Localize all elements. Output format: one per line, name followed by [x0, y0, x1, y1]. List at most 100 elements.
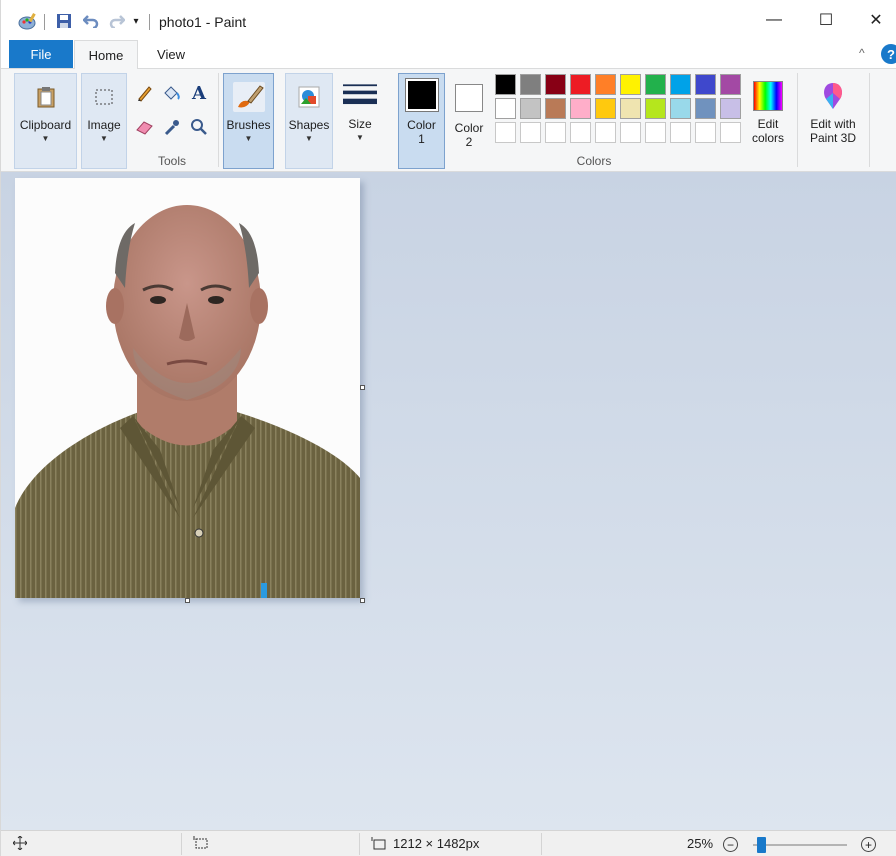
custom-color-slot[interactable] — [670, 122, 691, 143]
clipboard-button[interactable]: Clipboard ▼ — [14, 73, 77, 169]
edit-colors-button[interactable]: Edit colors — [745, 73, 791, 169]
palette-color-swatch[interactable] — [570, 74, 591, 95]
tab-home[interactable]: Home — [74, 40, 138, 69]
brushes-label: Brushes — [226, 118, 271, 132]
color1-label: Color — [407, 118, 436, 132]
palette-color-swatch[interactable] — [720, 74, 741, 95]
custom-color-slot[interactable] — [595, 122, 616, 143]
tab-view[interactable]: View — [141, 40, 201, 68]
paint3d-label-1: Edit with — [810, 117, 856, 131]
portrait-photo — [15, 178, 360, 598]
redo-icon[interactable] — [107, 11, 127, 31]
color2-swatch — [452, 81, 486, 115]
palette-color-swatch[interactable] — [520, 98, 541, 119]
palette-color-swatch[interactable] — [520, 74, 541, 95]
color1-number: 1 — [418, 132, 425, 146]
brushes-button[interactable]: Brushes ▼ — [223, 73, 274, 169]
color2-label: Color — [454, 121, 484, 135]
clipboard-icon — [29, 80, 63, 114]
edit-colors-label-2: colors — [751, 131, 784, 145]
zoom-slider-thumb[interactable] — [757, 837, 766, 853]
undo-icon[interactable] — [81, 11, 101, 31]
palette-color-swatch[interactable] — [670, 98, 691, 119]
text-icon[interactable]: A — [189, 83, 209, 104]
custom-color-slot[interactable] — [645, 122, 666, 143]
tab-file[interactable]: File — [9, 40, 73, 68]
resize-handle-right[interactable] — [360, 385, 365, 390]
brush-icon — [232, 80, 266, 114]
status-bar: 1212 × 1482px 25% − + — [1, 830, 896, 856]
color-spectrum-icon — [751, 79, 785, 113]
magnifier-icon[interactable] — [189, 117, 209, 137]
canvas-image[interactable] — [15, 178, 360, 598]
save-icon[interactable] — [54, 11, 74, 31]
palette-color-swatch[interactable] — [545, 98, 566, 119]
color1-fill — [407, 81, 436, 109]
status-separator — [359, 833, 360, 855]
fill-icon[interactable] — [162, 83, 182, 103]
chevron-down-icon: ▼ — [41, 134, 50, 143]
palette-color-swatch[interactable] — [645, 74, 666, 95]
chevron-down-icon: ▼ — [100, 134, 108, 143]
color1-button[interactable]: Color 1 — [398, 73, 445, 169]
line-size-icon — [343, 79, 377, 113]
group-separator — [869, 73, 870, 167]
custom-color-slot[interactable] — [570, 122, 591, 143]
ribbon-tabs: File Home View ^ ? — [1, 40, 896, 69]
quick-access-separator — [44, 14, 45, 30]
color2-fill — [457, 86, 481, 110]
shapes-button[interactable]: Shapes ▼ — [285, 73, 333, 169]
status-separator — [541, 833, 542, 855]
palette-color-swatch[interactable] — [495, 98, 516, 119]
color-picker-icon[interactable] — [162, 117, 182, 137]
palette-color-swatch[interactable] — [720, 98, 741, 119]
palette-color-swatch[interactable] — [620, 98, 641, 119]
pencil-icon[interactable] — [135, 83, 155, 103]
minimize-button[interactable]: — — [751, 0, 797, 40]
chevron-down-icon: ▼ — [356, 133, 364, 142]
palette-color-swatch[interactable] — [595, 74, 616, 95]
paint3d-icon — [816, 79, 850, 113]
shapes-label: Shapes — [288, 118, 330, 132]
close-button[interactable]: ✕ — [853, 0, 896, 40]
zoom-slider-track[interactable] — [753, 844, 847, 846]
custom-color-slot[interactable] — [545, 122, 566, 143]
image-button[interactable]: Image ▼ — [81, 73, 127, 169]
palette-color-swatch[interactable] — [570, 98, 591, 119]
customize-icon[interactable]: ▾ — [129, 11, 143, 31]
custom-color-slot[interactable] — [695, 122, 716, 143]
edit-with-paint3d-button[interactable]: Edit with Paint 3D — [801, 73, 865, 169]
canvas-workspace[interactable] — [1, 172, 896, 830]
palette-color-swatch[interactable] — [670, 74, 691, 95]
move-icon — [13, 836, 27, 850]
palette-color-swatch[interactable] — [695, 98, 716, 119]
size-label: Size — [348, 117, 372, 131]
resize-handle-bottom[interactable] — [185, 598, 190, 603]
paint-window: ▾ photo1 - Paint — ☐ ✕ File Home View ^ … — [0, 0, 896, 856]
custom-color-slot[interactable] — [495, 122, 516, 143]
zoom-out-button[interactable]: − — [723, 837, 738, 852]
maximize-button[interactable]: ☐ — [803, 0, 849, 40]
palette-color-swatch[interactable] — [620, 74, 641, 95]
custom-color-slot[interactable] — [520, 122, 541, 143]
paint-app-icon[interactable] — [17, 11, 39, 31]
palette-color-swatch[interactable] — [695, 74, 716, 95]
window-title: photo1 - Paint — [159, 14, 247, 30]
canvas-size-readout: 1212 × 1482px — [371, 836, 479, 851]
custom-color-slot[interactable] — [620, 122, 641, 143]
collapse-ribbon-button[interactable]: ^ — [859, 46, 865, 60]
size-button[interactable]: Size ▼ — [337, 73, 383, 169]
selection-size-icon — [193, 836, 209, 850]
edit-colors-label-1: Edit — [757, 117, 779, 131]
palette-color-swatch[interactable] — [645, 98, 666, 119]
palette-color-swatch[interactable] — [595, 98, 616, 119]
eraser-icon[interactable] — [135, 117, 155, 137]
resize-handle-corner[interactable] — [360, 598, 365, 603]
custom-color-slot[interactable] — [720, 122, 741, 143]
palette-color-swatch[interactable] — [545, 74, 566, 95]
help-button[interactable]: ? — [881, 44, 896, 64]
zoom-in-button[interactable]: + — [861, 837, 876, 852]
palette-color-swatch[interactable] — [495, 74, 516, 95]
group-separator — [797, 73, 798, 167]
color2-button[interactable]: Color 2 — [448, 73, 490, 169]
